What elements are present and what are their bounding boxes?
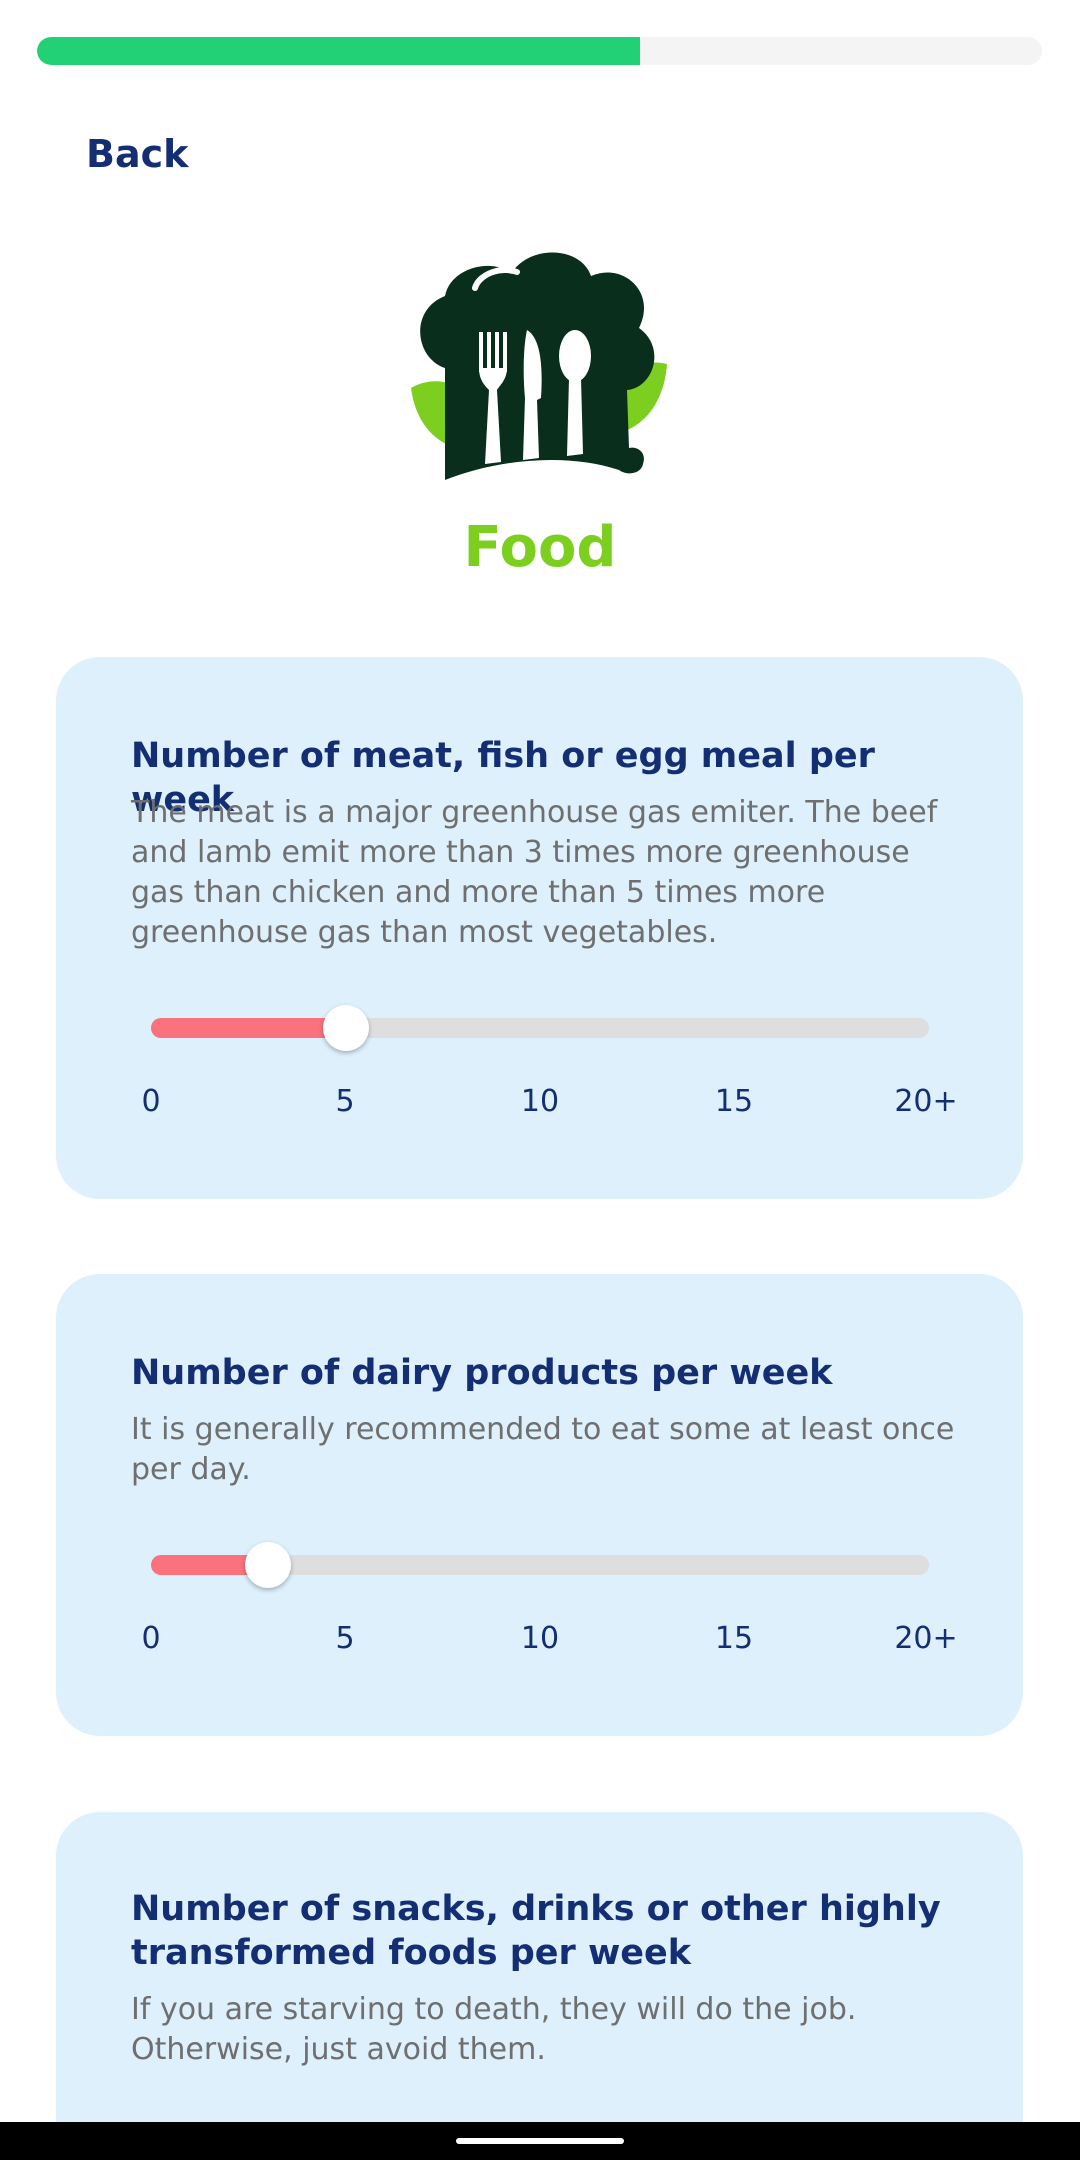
slider-fill [151, 1018, 346, 1038]
question-title: Number of snacks, drinks or other highly… [131, 1889, 941, 1973]
chef-hat-cutlery-icon [405, 248, 675, 483]
slider-tick-label: 15 [714, 1621, 754, 1656]
question-title: Number of dairy products per week [131, 1353, 833, 1393]
slider-tick-label: 10 [520, 1084, 560, 1119]
question-description: If you are starving to death, they will … [131, 1992, 857, 2067]
slider-tick-label: 20+ [894, 1621, 958, 1656]
back-button[interactable]: Back [86, 132, 188, 176]
slider-tick-label: 10 [520, 1621, 560, 1656]
slider-tick-label: 15 [714, 1084, 754, 1119]
home-indicator[interactable] [456, 2138, 624, 2144]
progress-bar [37, 37, 1042, 65]
meat-meals-slider[interactable] [151, 1005, 929, 1051]
slider-tick-label: 5 [335, 1084, 355, 1119]
progress-bar-fill [37, 37, 640, 65]
app-screen: Back Food Number of meat, fish or egg me… [0, 0, 1080, 2160]
question-card-dairy: Number of dairy products per week It is … [56, 1274, 1023, 1736]
section-title: Food [463, 515, 617, 580]
system-navigation-bar [0, 2122, 1080, 2160]
dairy-products-slider[interactable] [151, 1542, 929, 1588]
question-description: The meat is a major greenhouse gas emite… [131, 795, 938, 950]
slider-tick-label: 0 [141, 1084, 161, 1119]
slider-tick-label: 0 [141, 1621, 161, 1656]
slider-thumb[interactable] [322, 1005, 369, 1051]
question-card-snacks: Number of snacks, drinks or other highly… [56, 1812, 1023, 2160]
question-description: It is generally recommended to eat some … [131, 1412, 955, 1487]
question-card-meat: Number of meat, fish or egg meal per wee… [56, 657, 1023, 1199]
slider-tick-label: 20+ [894, 1084, 958, 1119]
slider-thumb[interactable] [244, 1542, 291, 1588]
slider-tick-label: 5 [335, 1621, 355, 1656]
